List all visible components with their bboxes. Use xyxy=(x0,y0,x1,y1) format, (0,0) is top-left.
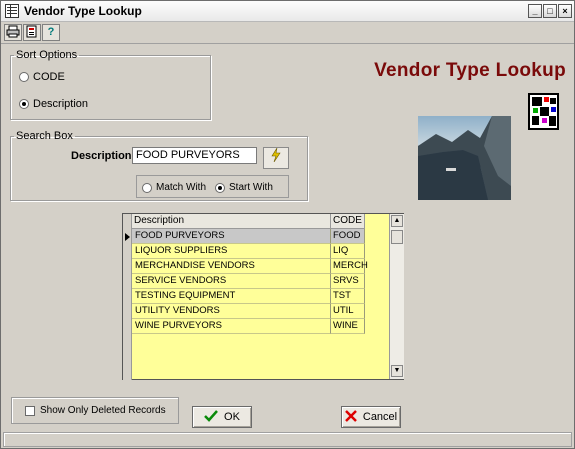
check-icon xyxy=(204,409,218,425)
cancel-label: Cancel xyxy=(362,411,398,423)
sort-options-legend: Sort Options xyxy=(16,49,78,61)
show-deleted-box: Show Only Deleted Records xyxy=(11,397,179,424)
cell-code: FOOD xyxy=(331,229,365,244)
cell-code: WINE xyxy=(331,319,365,334)
sort-description-radio[interactable]: Description xyxy=(19,98,88,110)
app-table-icon xyxy=(5,4,19,18)
scroll-up-arrow-icon[interactable]: ▲ xyxy=(391,215,403,227)
maximize-button[interactable]: □ xyxy=(543,4,557,18)
scroll-down-arrow-icon[interactable]: ▼ xyxy=(391,365,403,377)
start-with-label: Start With xyxy=(229,182,273,193)
cell-description: TESTING EQUIPMENT xyxy=(132,289,331,304)
current-row-marker-icon xyxy=(125,233,130,241)
match-with-radio[interactable]: Match With xyxy=(142,182,206,193)
brand-title: Vendor Type Lookup xyxy=(374,60,566,81)
table-row[interactable]: MERCHANDISE VENDORS MERCH xyxy=(132,259,368,274)
radio-indicator xyxy=(19,99,29,109)
window-title: Vendor Type Lookup xyxy=(24,4,142,18)
radio-indicator xyxy=(142,182,152,193)
cell-description: LIQUOR SUPPLIERS xyxy=(132,244,331,259)
status-bar xyxy=(3,432,572,447)
cell-code: TST xyxy=(331,289,365,304)
vendor-type-lookup-window: Vendor Type Lookup _ □ × ? Sort Options … xyxy=(0,0,575,449)
table-row[interactable]: TESTING EQUIPMENT TST xyxy=(132,289,365,304)
scroll-thumb[interactable] xyxy=(391,230,403,244)
table-row[interactable]: WINE PURVEYORS WINE xyxy=(132,319,365,334)
sort-code-label: CODE xyxy=(33,71,65,83)
table-row[interactable]: SERVICE VENDORS SRVS xyxy=(132,274,365,289)
cell-description: WINE PURVEYORS xyxy=(132,319,331,334)
radio-indicator xyxy=(215,182,225,193)
cancel-button[interactable]: Cancel xyxy=(341,406,401,428)
vendor-type-grid[interactable]: Description CODE FOOD PURVEYORS FOOD LIQ… xyxy=(122,213,404,380)
column-header-description[interactable]: Description xyxy=(132,214,331,229)
mountain-lake-photo xyxy=(418,116,511,200)
cell-description: SERVICE VENDORS xyxy=(132,274,331,289)
cancel-x-icon xyxy=(344,409,357,425)
cell-description: UTILITY VENDORS xyxy=(132,304,331,319)
cell-code: LIQ xyxy=(331,244,365,259)
lightning-icon xyxy=(270,147,282,165)
description-search-input[interactable]: FOOD PURVEYORS xyxy=(132,147,257,164)
radio-indicator xyxy=(19,72,29,82)
table-row[interactable]: FOOD PURVEYORS FOOD xyxy=(132,229,365,244)
help-icon[interactable]: ? xyxy=(42,24,60,41)
sort-description-label: Description xyxy=(33,98,89,110)
grid-vertical-scrollbar[interactable]: ▲ ▼ xyxy=(389,214,404,379)
search-lightning-button[interactable] xyxy=(263,147,289,169)
minimize-button[interactable]: _ xyxy=(528,4,542,18)
show-deleted-label: Show Only Deleted Records xyxy=(40,405,166,416)
title-bar: Vendor Type Lookup _ □ × xyxy=(1,1,574,22)
match-with-label: Match With xyxy=(156,182,207,193)
ok-label: OK xyxy=(224,411,240,423)
grid-logo-icon xyxy=(528,93,559,130)
table-row[interactable]: LIQUOR SUPPLIERS LIQ xyxy=(132,244,365,259)
description-field-label: Description xyxy=(71,150,132,162)
cell-description: MERCHANDISE VENDORS xyxy=(132,259,331,274)
ok-button[interactable]: OK xyxy=(192,406,252,428)
cell-code: UTIL xyxy=(331,304,365,319)
cell-code: SRVS xyxy=(331,274,365,289)
toolbar: ? xyxy=(1,22,574,44)
report-icon[interactable] xyxy=(23,24,41,41)
cell-description: FOOD PURVEYORS xyxy=(132,229,331,244)
table-row[interactable]: UTILITY VENDORS UTIL xyxy=(132,304,365,319)
show-deleted-checkbox[interactable] xyxy=(25,406,35,416)
printer-icon[interactable] xyxy=(4,24,22,41)
cell-code: MERCH xyxy=(331,259,368,274)
search-box-legend: Search Box xyxy=(16,130,73,142)
start-with-radio[interactable]: Start With xyxy=(215,182,273,193)
column-header-code[interactable]: CODE xyxy=(331,214,365,229)
close-button[interactable]: × xyxy=(558,4,572,18)
sort-code-radio[interactable]: CODE xyxy=(19,71,65,83)
